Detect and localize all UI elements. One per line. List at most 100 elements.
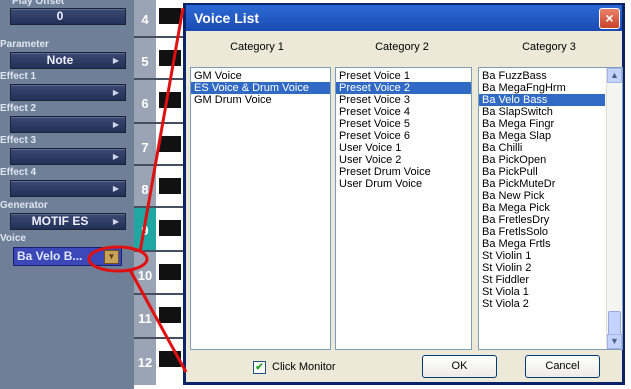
track-12[interactable]: 12: [134, 339, 184, 385]
effect3-label: Effect 3: [0, 135, 37, 146]
category3-item[interactable]: Ba Velo Bass: [479, 94, 605, 106]
effect3-field[interactable]: ▶: [10, 148, 126, 165]
track-column: 4 5 6 7 8 9 10 11 12: [134, 0, 184, 389]
generator-value: MOTIF ES: [31, 214, 89, 228]
category3-item[interactable]: St Violin 2: [479, 262, 605, 274]
category3-item[interactable]: Ba Mega Frtls: [479, 238, 605, 250]
category2-item[interactable]: Preset Voice 2: [336, 82, 471, 94]
category3-item[interactable]: Ba Mega Fingr: [479, 118, 605, 130]
category2-item[interactable]: User Drum Voice: [336, 178, 471, 190]
category3-item[interactable]: Ba Mega Slap: [479, 130, 605, 142]
category3-item[interactable]: St Viola 2: [479, 298, 605, 310]
effect4-label: Effect 4: [0, 167, 37, 178]
voice-value: Ba Velo B...: [17, 249, 83, 263]
category2-list[interactable]: Preset Voice 1 Preset Voice 2 Preset Voice…: [335, 67, 472, 350]
track-number: 10: [134, 252, 157, 298]
category3-item[interactable]: Ba FretlsSolo: [479, 226, 605, 238]
category3-item[interactable]: Ba PickOpen: [479, 154, 605, 166]
dialog-body: Category 1 Category 2 Category 3 GM Voic…: [186, 31, 623, 382]
category2-item[interactable]: Preset Voice 1: [336, 70, 471, 82]
category1-item[interactable]: GM Voice: [191, 70, 330, 82]
category3-item[interactable]: Ba Chilli: [479, 142, 605, 154]
category1-list[interactable]: GM Voice ES Voice & Drum Voice GM Drum Voi…: [190, 67, 331, 350]
dialog-title: Voice List: [194, 10, 260, 26]
category1-item[interactable]: GM Drum Voice: [191, 94, 330, 106]
track-number: 11: [134, 295, 157, 341]
category3-item[interactable]: St Viola 1: [479, 286, 605, 298]
category3-item[interactable]: Ba FuzzBass: [479, 70, 605, 82]
track-number: 12: [134, 339, 157, 385]
vertical-scrollbar[interactable]: ▲ ▼: [606, 68, 622, 349]
effect4-value: [11, 181, 109, 196]
generator-label: Generator: [0, 200, 48, 211]
category3-item[interactable]: St Violin 1: [479, 250, 605, 262]
parameter-label: Parameter: [0, 39, 49, 50]
cancel-button[interactable]: Cancel: [525, 355, 600, 378]
category2-item[interactable]: Preset Voice 4: [336, 106, 471, 118]
category2-item[interactable]: User Voice 2: [336, 154, 471, 166]
arrow-right-icon: ▶: [112, 217, 120, 226]
category3-item[interactable]: Ba Mega Pick: [479, 202, 605, 214]
dropdown-icon[interactable]: ▼: [104, 250, 119, 264]
category2-item[interactable]: Preset Voice 5: [336, 118, 471, 130]
effect2-field[interactable]: ▶: [10, 116, 126, 133]
arrow-right-icon: ▶: [112, 152, 120, 161]
track-9[interactable]: 9: [134, 208, 184, 252]
track-6[interactable]: 6: [134, 80, 184, 126]
category2-header: Category 2: [375, 41, 429, 53]
category3-header: Category 3: [522, 41, 576, 53]
scroll-up-icon[interactable]: ▲: [607, 68, 622, 83]
category3-item[interactable]: Ba PickPull: [479, 166, 605, 178]
play-offset-field[interactable]: 0: [10, 8, 126, 25]
category2-item[interactable]: User Voice 1: [336, 142, 471, 154]
category3-item[interactable]: Ba New Pick: [479, 190, 605, 202]
track-11[interactable]: 11: [134, 295, 184, 341]
track-block: [159, 351, 181, 367]
effect3-value: [11, 149, 109, 164]
track-block: [159, 8, 181, 24]
category3-item[interactable]: Ba SlapSwitch: [479, 106, 605, 118]
category3-item[interactable]: Ba MegaFngHrm: [479, 82, 605, 94]
click-monitor-checkbox[interactable]: ✔: [253, 361, 266, 374]
track-block: [159, 136, 181, 152]
effect4-field[interactable]: ▶: [10, 180, 126, 197]
arrow-right-icon: ▶: [112, 184, 120, 193]
track-number: 9: [134, 208, 157, 252]
voice-label: Voice: [0, 233, 26, 244]
ok-button[interactable]: OK: [422, 355, 497, 378]
play-offset-label: Play Offset: [12, 0, 65, 7]
track-number: 6: [134, 80, 157, 126]
track-block: [159, 307, 181, 323]
category1-item[interactable]: ES Voice & Drum Voice: [191, 82, 330, 94]
effect2-value: [11, 117, 109, 132]
category3-list[interactable]: Ba FuzzBass Ba MegaFngHrm Ba Velo Bass Ba S…: [478, 67, 623, 350]
play-offset-value: 0: [56, 9, 64, 23]
category2-item[interactable]: Preset Voice 6: [336, 130, 471, 142]
category1-header: Category 1: [230, 41, 284, 53]
track-block: [159, 178, 181, 194]
parameter-field[interactable]: Note ▶: [10, 52, 126, 69]
close-icon[interactable]: ×: [599, 8, 620, 29]
click-monitor-label[interactable]: Click Monitor: [272, 359, 336, 375]
track-block: [159, 220, 181, 236]
generator-field[interactable]: MOTIF ES ▶: [10, 213, 126, 230]
track-block: [159, 264, 181, 280]
track-parameter-panel: Play Offset 0 Parameter Note ▶ Effect 1 …: [0, 0, 134, 389]
track-block: [159, 50, 181, 66]
effect1-field[interactable]: ▶: [10, 84, 126, 101]
voice-list-dialog: Voice List × Category 1 Category 2 Categ…: [183, 3, 625, 385]
category2-item[interactable]: Preset Drum Voice: [336, 166, 471, 178]
arrow-right-icon: ▶: [112, 88, 120, 97]
effect1-label: Effect 1: [0, 71, 37, 82]
category3-item[interactable]: Ba PickMuteDr: [479, 178, 605, 190]
category3-item[interactable]: Ba FretlesDry: [479, 214, 605, 226]
effect2-label: Effect 2: [0, 103, 37, 114]
track-block: [159, 92, 181, 108]
scroll-down-icon[interactable]: ▼: [607, 334, 622, 349]
category3-item[interactable]: St Fiddler: [479, 274, 605, 286]
voice-field[interactable]: Ba Velo B... ▼: [13, 247, 122, 266]
category2-item[interactable]: Preset Voice 3: [336, 94, 471, 106]
track-10[interactable]: 10: [134, 252, 184, 298]
effect1-value: [11, 85, 109, 100]
title-bar[interactable]: Voice List ×: [186, 5, 622, 31]
